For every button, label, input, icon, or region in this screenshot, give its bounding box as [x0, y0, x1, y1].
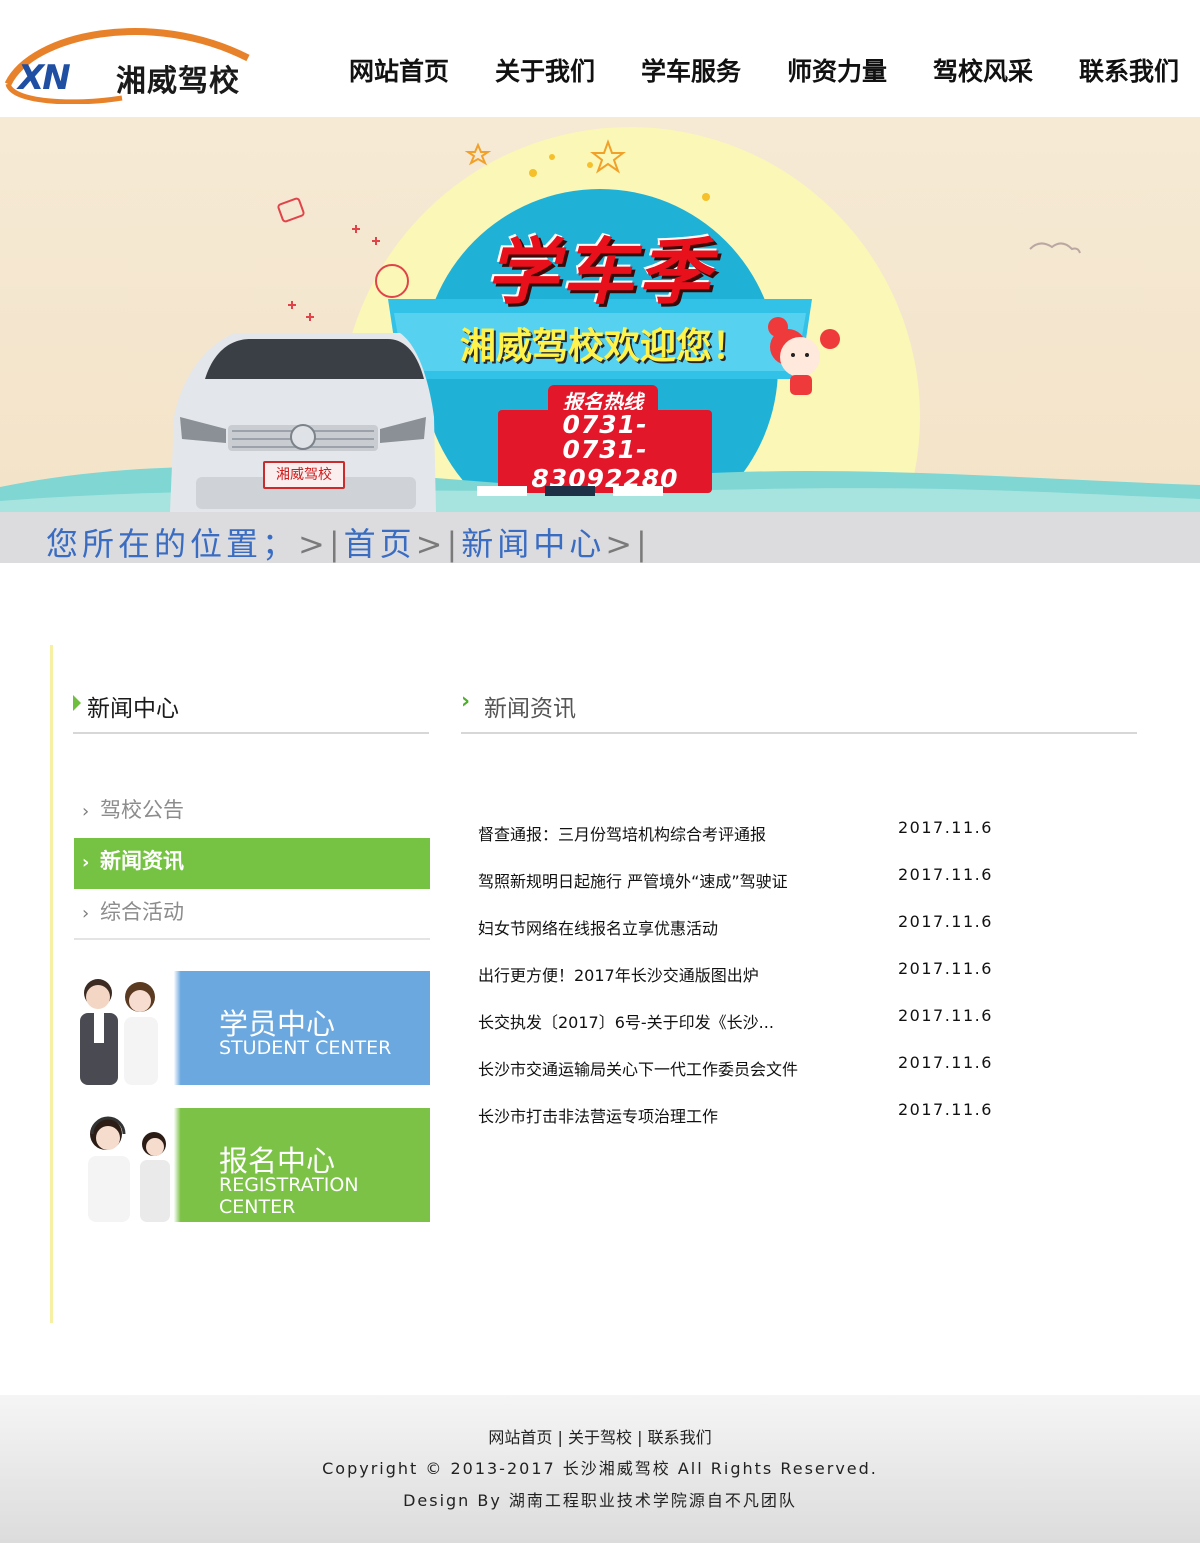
main-title: › 新闻资讯 [461, 689, 1137, 734]
news-title[interactable]: 驾照新规明日起施行 严管境外“速成”驾驶证 [478, 868, 788, 892]
promo-subtitle: REGISTRATION CENTER [219, 1174, 359, 1218]
sidebar-item-label: 综合活动 [100, 900, 184, 924]
footer-link-contact[interactable]: 联系我们 [648, 1428, 712, 1447]
banner-welcome: 湘威驾校欢迎您！ [459, 326, 748, 367]
news-item[interactable]: 长交执发〔2017〕6号-关于印发《长沙... 2017.11.6 [478, 1003, 1078, 1050]
news-title[interactable]: 出行更方便！2017年长沙交通版图出炉 [478, 962, 759, 986]
chevron-right-icon: › [82, 903, 90, 924]
news-date: 2017.11.6 [898, 912, 993, 931]
news-item[interactable]: 长沙市打击非法营运专项治理工作 2017.11.6 [478, 1097, 1078, 1144]
news-date: 2017.11.6 [898, 1053, 993, 1072]
news-item[interactable]: 出行更方便！2017年长沙交通版图出炉 2017.11.6 [478, 956, 1078, 1003]
headset-people-icon [88, 1116, 170, 1222]
breadcrumb-separator: >| [605, 525, 651, 563]
site-header: XN 湘威驾校 网站首页 关于我们 学车服务 师资力量 驾校风采 联系我们 [0, 0, 1200, 117]
site-footer: 网站首页 | 关于驾校 | 联系我们 Copyright © 2013-2017… [0, 1395, 1200, 1543]
car-plate: 湘威驾校 [263, 461, 345, 489]
nav-home[interactable]: 网站首页 [326, 52, 472, 88]
main-nav: 网站首页 关于我们 学车服务 师资力量 驾校风采 联系我们 [326, 52, 1200, 88]
promo-subtitle-line-2: CENTER [219, 1196, 296, 1218]
news-date: 2017.11.6 [898, 865, 993, 884]
breadcrumb-home[interactable]: 首页 [344, 525, 416, 563]
news-item[interactable]: 驾照新规明日起施行 严管境外“速成”驾驶证 2017.11.6 [478, 862, 1078, 909]
breadcrumb: 您所在的位置；>|首页>|新闻中心>| [0, 512, 1200, 563]
triangle-right-icon [73, 695, 81, 711]
sidebar-title-text: 新闻中心 [87, 696, 179, 722]
news-item[interactable]: 妇女节网络在线报名立享优惠活动 2017.11.6 [478, 909, 1078, 956]
chevron-right-icon: › [461, 689, 471, 714]
breadcrumb-text: 您所在的位置；>|首页>|新闻中心>| [46, 519, 651, 565]
news-list: 督查通报：三月份驾培机构综合考评通报 2017.11.6 驾照新规明日起施行 严… [478, 815, 1078, 1144]
sidebar-item-label: 驾校公告 [100, 798, 184, 822]
footer-design-credit: Design By 湖南工程职业技术学院源自不凡团队 [403, 1491, 797, 1510]
news-title[interactable]: 长交执发〔2017〕6号-关于印发《长沙... [478, 1009, 774, 1033]
student-center-banner[interactable]: 学员中心 STUDENT CENTER [74, 971, 430, 1085]
footer-divider: | [637, 1428, 648, 1447]
logo-text: 湘威驾校 [116, 64, 240, 99]
site-logo[interactable]: XN 湘威驾校 [0, 8, 260, 108]
slider-dots [477, 486, 681, 496]
nav-gallery[interactable]: 驾校风采 [910, 52, 1056, 88]
banner-title: 学车季 [485, 230, 714, 314]
chevron-right-icon: › [82, 801, 90, 822]
footer-links: 网站首页 | 关于驾校 | 联系我们 [0, 1424, 1200, 1448]
nav-contact[interactable]: 联系我们 [1056, 52, 1200, 88]
slider-dot-1[interactable] [477, 486, 527, 496]
breadcrumb-separator: >| [415, 525, 462, 563]
sidebar-item-announcements[interactable]: › 驾校公告 [74, 787, 430, 838]
promo-subtitle: STUDENT CENTER [219, 1037, 392, 1059]
sidebar-menu: › 驾校公告 › 新闻资讯 › 综合活动 [74, 787, 430, 940]
logo-mark: XN [18, 58, 71, 98]
sidebar-item-activities[interactable]: › 综合活动 [74, 889, 430, 940]
footer-copyright: Copyright © 2013-2017 长沙湘威驾校 All Rights … [322, 1459, 878, 1478]
news-item[interactable]: 督查通报：三月份驾培机构综合考评通报 2017.11.6 [478, 815, 1078, 862]
hero-banner[interactable]: 学车季 湘威驾校欢迎您！ 报名热线 0731-83991499 0731-830… [0, 117, 1200, 512]
footer-link-about[interactable]: 关于驾校 [568, 1428, 632, 1447]
news-title[interactable]: 督查通报：三月份驾培机构综合考评通报 [478, 821, 766, 845]
breadcrumb-separator: >| [298, 525, 344, 563]
sidebar-item-news[interactable]: › 新闻资讯 [74, 838, 430, 889]
footer-divider: | [557, 1428, 568, 1447]
slider-dot-2[interactable] [545, 486, 595, 496]
news-title[interactable]: 长沙市打击非法营运专项治理工作 [478, 1103, 718, 1127]
news-date: 2017.11.6 [898, 959, 993, 978]
sidebar-title: 新闻中心 [73, 689, 429, 734]
registration-center-banner[interactable]: 报名中心 REGISTRATION CENTER [74, 1108, 430, 1222]
slider-dot-3[interactable] [613, 486, 663, 496]
student-people-icon [80, 979, 158, 1085]
promo-subtitle-line-1: REGISTRATION [219, 1174, 359, 1196]
news-title[interactable]: 妇女节网络在线报名立享优惠活动 [478, 915, 718, 939]
nav-services[interactable]: 学车服务 [618, 52, 764, 88]
banner-phone-2: 0731-83092280 [498, 435, 712, 493]
news-date: 2017.11.6 [898, 1006, 993, 1025]
nav-teachers[interactable]: 师资力量 [764, 52, 910, 88]
chevron-right-icon: › [82, 852, 90, 873]
breadcrumb-news-center[interactable]: 新闻中心 [461, 525, 605, 563]
breadcrumb-label: 您所在的位置； [46, 525, 299, 563]
news-item[interactable]: 长沙市交通运输局关心下一代工作委员会文件 2017.11.6 [478, 1050, 1078, 1097]
news-date: 2017.11.6 [898, 818, 993, 837]
news-title[interactable]: 长沙市交通运输局关心下一代工作委员会文件 [478, 1056, 798, 1080]
news-date: 2017.11.6 [898, 1100, 993, 1119]
content-area: 新闻中心 › 驾校公告 › 新闻资讯 › 综合活动 学员中心 STUDENT CENT… [50, 645, 1150, 1323]
sidebar-item-label: 新闻资讯 [100, 849, 184, 873]
nav-about[interactable]: 关于我们 [472, 52, 618, 88]
main-title-text: 新闻资讯 [484, 696, 576, 722]
footer-link-home[interactable]: 网站首页 [488, 1428, 552, 1447]
